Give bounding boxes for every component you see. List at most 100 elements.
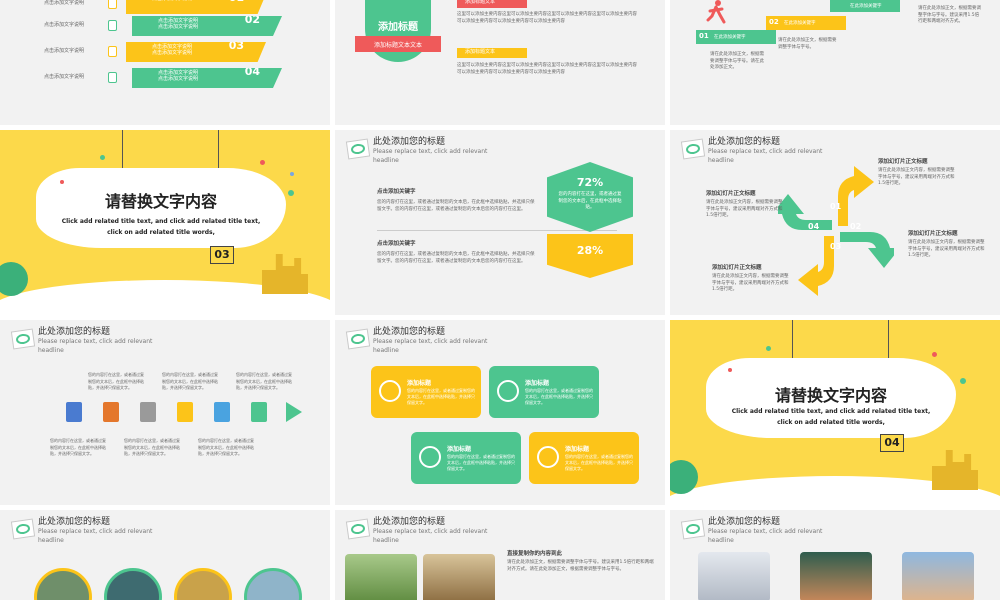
cycle-number-03: 03 bbox=[830, 242, 842, 251]
pencil-tip-icon bbox=[286, 402, 302, 422]
ribbon-text: 点击添加文字说明 bbox=[152, 0, 266, 2]
cycle-number-01: 01 bbox=[830, 202, 842, 211]
step-2-number: 02 bbox=[769, 18, 779, 26]
card-text: 您的内容打在这里，或者通过复制您的文本后，在此框中选择粘贴，并选择只保留文字。 bbox=[447, 454, 515, 471]
ribbon-row: 点击添加文字说明 点击添加文字说明 02 bbox=[132, 16, 282, 36]
slide-thumbnail-hexagons[interactable]: 此处添加您的标题 Please replace text, click add … bbox=[335, 130, 665, 315]
pencil-segment bbox=[66, 402, 82, 422]
ribbon-row: 点击添加文字说明 点击添加文字说明 04 bbox=[132, 68, 282, 88]
slide-header: 此处添加您的标题 Please replace text, click add … bbox=[8, 514, 308, 548]
slide-thumbnail-circle-photos[interactable]: 此处添加您的标题 Please replace text, click add … bbox=[0, 510, 330, 600]
pencil-segment bbox=[177, 402, 193, 422]
gears-icon bbox=[419, 446, 441, 468]
photo-circle bbox=[34, 568, 92, 600]
divider bbox=[377, 230, 617, 231]
slide-thumbnail-pencil-timeline[interactable]: 此处添加您的标题 Please replace text, click add … bbox=[0, 320, 330, 505]
gear-logo-icon bbox=[345, 328, 371, 350]
photo-students bbox=[800, 552, 872, 600]
timeline-bottom-text: 您的内容打在这里，或者通过复制您的文本后，在此框中选择粘贴，并选择只保留文字。 bbox=[50, 438, 106, 456]
gear-logo-icon bbox=[345, 138, 371, 160]
ribbon-number: 04 bbox=[244, 65, 260, 78]
block-3-title: 添加幻灯片正文标题 bbox=[908, 231, 958, 237]
slide-thumbnail-badge-text[interactable]: 添加标题 添加标题文本文本 添加标题文本 这里可以添加主要内容这里可以添加主要内… bbox=[335, 0, 665, 125]
slide-thumbnail-cards[interactable]: 此处添加您的标题 Please replace text, click add … bbox=[335, 320, 665, 505]
photo-text: 请在此处添加正文，根据需要调整字体与字号。建议采用1.5倍行距和两端对齐方式。请… bbox=[507, 560, 654, 572]
ribbon-row: 点击添加文字说明01 bbox=[126, 0, 266, 14]
slide-thumbnail-photos-text[interactable]: 此处添加您的标题 Please replace text, click add … bbox=[335, 510, 665, 600]
slide-header: 此处添加您的标题 Please replace text, click add … bbox=[343, 134, 643, 168]
row-left-label: 点击添加文字说明 bbox=[44, 22, 85, 28]
confetti-dot bbox=[932, 352, 937, 357]
ribbon-row: 点击添加文字说明 点击添加文字说明 03 bbox=[126, 42, 266, 62]
slide-thumbnail-banner-03[interactable]: 请替换文字内容 Click add related title text, an… bbox=[0, 130, 330, 315]
header-title: 此处添加您的标题 bbox=[373, 517, 446, 527]
photo-kids bbox=[902, 552, 974, 600]
header-title: 此处添加您的标题 bbox=[708, 137, 781, 147]
cycle-number-02: 02 bbox=[850, 222, 862, 231]
ribbon-text: 点击添加文字说明 点击添加文字说明 bbox=[158, 18, 199, 30]
ribbon-number: 03 bbox=[228, 39, 244, 52]
keyword-1: 点击添加关键字 bbox=[377, 189, 416, 195]
header-title: 此处添加您的标题 bbox=[373, 137, 446, 147]
ribbon-text: 点击添加文字说明 点击添加文字说明 bbox=[158, 70, 199, 82]
pencil-segment bbox=[103, 402, 119, 422]
confetti-dot bbox=[60, 180, 64, 184]
card-title: 添加标题 bbox=[407, 380, 432, 387]
card-text: 您的内容打在这里，或者通过复制您的文本后，在此框中选择粘贴，并选择只保留文字。 bbox=[407, 388, 475, 405]
slide-thumbnail-cycle-arrows[interactable]: 此处添加您的标题 Please replace text, click add … bbox=[670, 130, 1000, 315]
header-subtitle: Please replace text, click add relevant … bbox=[373, 338, 488, 354]
gear-logo-icon bbox=[680, 518, 706, 540]
banner-subtitle-2: click on add related title words, bbox=[777, 419, 885, 426]
top-label: 添加标题文本 bbox=[457, 0, 527, 8]
col-3-text: 请在此处添加正文，根据需要调整字体与字号。建议采用1.5倍行距和两端对齐方式。 bbox=[918, 6, 981, 24]
doc-icon bbox=[108, 46, 117, 57]
confetti-dot bbox=[728, 368, 732, 372]
runner-icon bbox=[706, 0, 726, 24]
slide-header: 此处添加您的标题 Please replace text, click add … bbox=[343, 324, 643, 358]
banner-title: 请替换文字内容 bbox=[104, 192, 217, 211]
pct-72-text: 您的内容打在这里，或者通过复制您的文本后，在此框中选择粘贴。 bbox=[558, 192, 622, 210]
timeline-top-text: 您的内容打在这里，或者通过复制您的文本后，在此框中选择粘贴，并选择只保留文字。 bbox=[88, 372, 144, 390]
header-subtitle: Please replace text, click add relevant … bbox=[708, 528, 823, 544]
timeline-top-text: 您的内容打在这里，或者通过复制您的文本后，在此框中选择粘贴，并选择只保留文字。 bbox=[162, 372, 218, 390]
pencil-segment bbox=[214, 402, 230, 422]
step-1-number: 01 bbox=[699, 32, 709, 40]
slide-header: 此处添加您的标题 Please replace text, click add … bbox=[8, 324, 308, 358]
gear-logo-icon bbox=[10, 328, 36, 350]
keyword-2: 点击添加关键字 bbox=[377, 241, 416, 247]
step-1-label: 在此添加关键字 bbox=[714, 35, 746, 40]
col-2-text: 请在此处添加正文，根据需要调整字体与字号。 bbox=[778, 38, 837, 50]
label-2: 添加标题文本 bbox=[457, 48, 527, 58]
pct-72: 72% bbox=[576, 176, 604, 189]
timeline-top-text: 您的内容打在这里，或者通过复制您的文本后，在此框中选择粘贴，并选择只保留文字。 bbox=[236, 372, 292, 390]
confetti-dot bbox=[766, 346, 771, 351]
globe-icon bbox=[379, 380, 401, 402]
row-left-label: 点击添加文字说明 bbox=[44, 48, 85, 54]
keyword-2-text: 您的内容打在这里，或者通过复制您的文本后，在此框中选择粘贴，并选择只保留文字。您… bbox=[377, 252, 535, 264]
slide-header: 此处添加您的标题 Please replace text, click add … bbox=[343, 514, 643, 548]
header-subtitle: Please replace text, click add relevant … bbox=[38, 338, 153, 354]
slide-thumbnail-three-photos[interactable]: 此处添加您的标题 Please replace text, click add … bbox=[670, 510, 1000, 600]
block-2-title: 添加幻灯片正文标题 bbox=[706, 191, 756, 197]
keyword-1-text: 您的内容打在这里，或者通过复制您的文本后，在此框中选择粘贴，并选择只保留文字。您… bbox=[377, 200, 535, 212]
slide-thumbnail-banner-04[interactable]: 请替换文字内容 Click add related title text, an… bbox=[670, 320, 1000, 505]
block-2-text: 请在此处添加正文内容，根据需要调整字体与字号，建议采用两端对齐方式和1.5倍行距… bbox=[706, 200, 783, 218]
doc-icon bbox=[108, 72, 117, 83]
row-left-label: 点击添加文字说明 bbox=[44, 0, 85, 6]
slide-thumbnail-ribbon-list[interactable]: 点击添加文字说明点击添加文字说明01点击添加文字说明点击添加文字说明 点击添加文… bbox=[0, 0, 330, 125]
gear-logo-icon bbox=[680, 138, 706, 160]
cycle-arrows bbox=[778, 166, 894, 296]
banner-subtitle-1: Click add related title text, and click … bbox=[61, 218, 261, 225]
row-left-label: 点击添加文字说明 bbox=[44, 74, 85, 80]
pencil-segment bbox=[140, 402, 156, 422]
tree-shape bbox=[0, 262, 28, 296]
para-2: 这里可以添加主要内容这里可以添加主要内容这里可以添加主要内容这里可以添加主要内容… bbox=[457, 63, 637, 75]
badge-title: 添加标题 bbox=[378, 22, 418, 33]
slide-thumbnail-steps[interactable]: 在此添加关键字 02 在此添加关键字 01 在此添加关键字 请在此处添加正文，根… bbox=[670, 0, 1000, 125]
block-1-title: 添加幻灯片正文标题 bbox=[878, 159, 928, 165]
building-shape bbox=[932, 450, 978, 490]
gear-logo-icon bbox=[10, 518, 36, 540]
confetti-dot bbox=[290, 172, 294, 176]
info-card: 添加标题 您的内容打在这里，或者通过复制您的文本后，在此框中选择粘贴，并选择只保留… bbox=[529, 432, 639, 484]
card-text: 您的内容打在这里，或者通过复制您的文本后，在此框中选择粘贴，并选择只保留文字。 bbox=[525, 388, 593, 405]
